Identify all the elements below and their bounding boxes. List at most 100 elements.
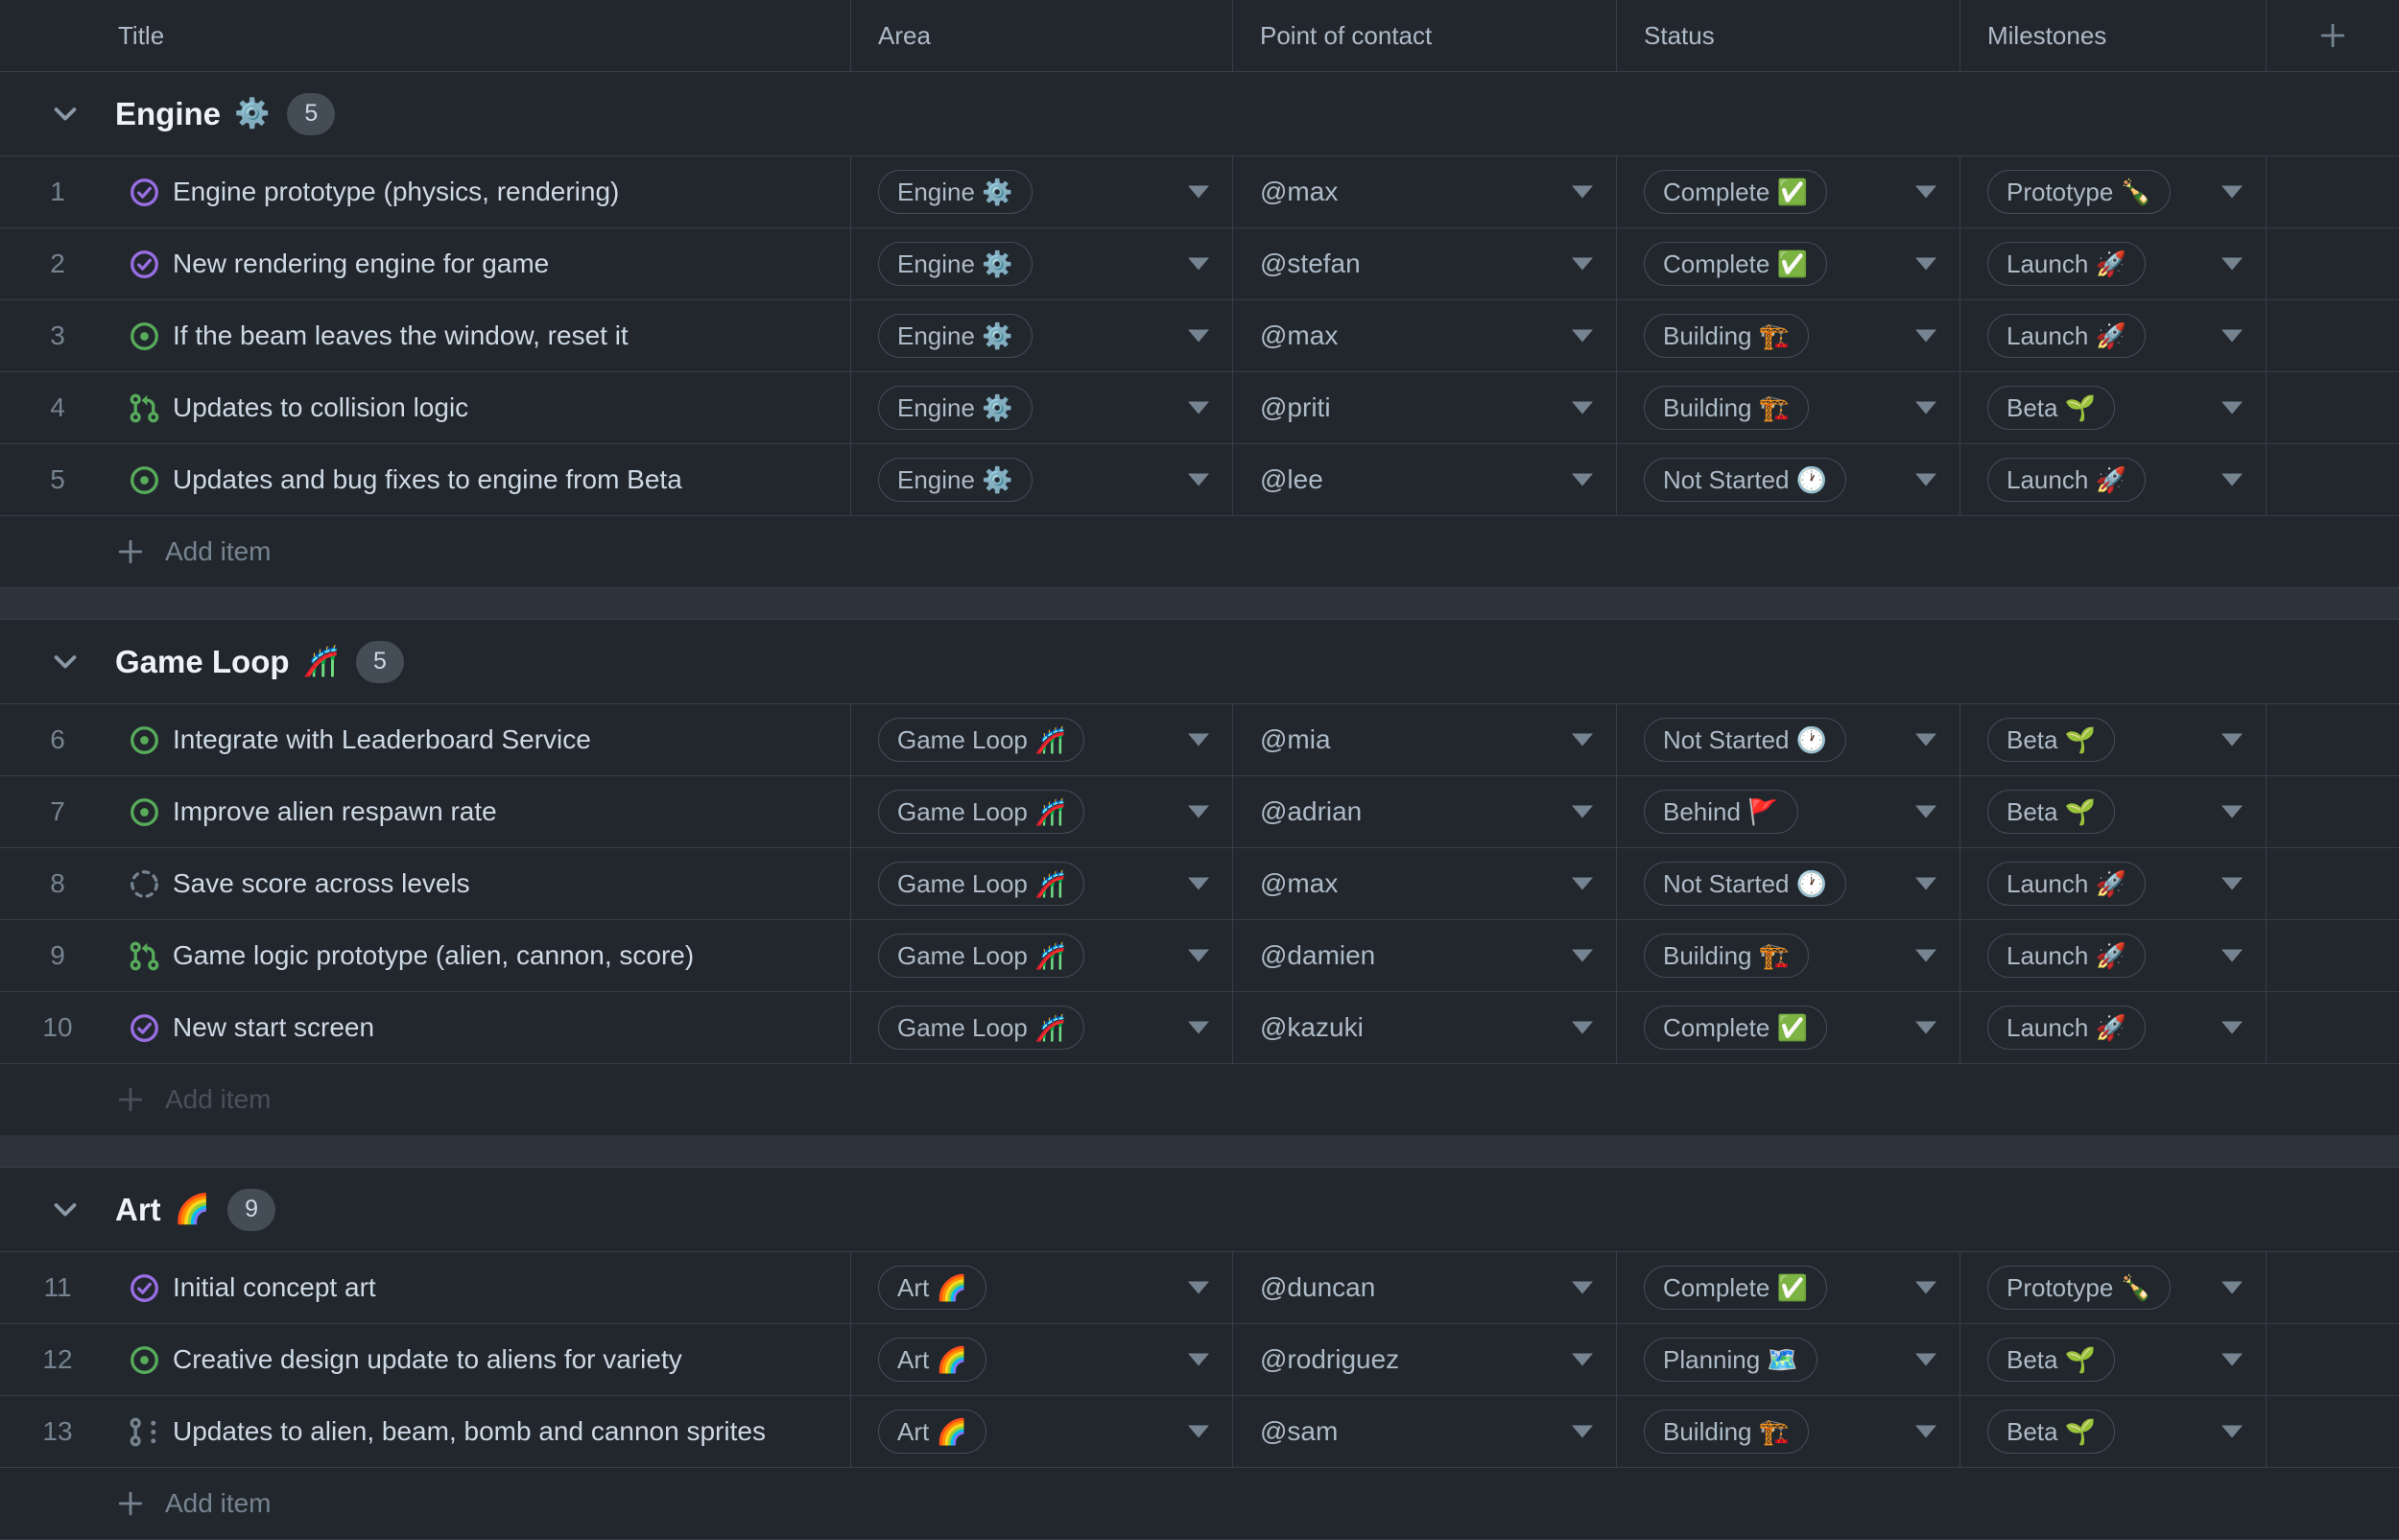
point-of-contact-value: @rodriguez	[1260, 1344, 1400, 1374]
issue-closed-icon	[129, 249, 160, 280]
status-cell[interactable]: Planning 🗺️	[1617, 1324, 1960, 1395]
area-cell[interactable]: Art 🌈	[851, 1252, 1233, 1323]
milestone-cell[interactable]: Launch 🚀	[1960, 228, 2267, 299]
point-of-contact-cell[interactable]: @max	[1233, 848, 1617, 919]
status-cell[interactable]: Complete ✅	[1617, 1252, 1960, 1323]
status-cell[interactable]: Building 🏗️	[1617, 372, 1960, 443]
title-cell[interactable]: 3 If the beam leaves the window, reset it	[0, 300, 851, 371]
milestone-cell[interactable]: Launch 🚀	[1960, 300, 2267, 371]
title-cell[interactable]: 11 Initial concept art	[0, 1252, 851, 1323]
chevron-down-icon[interactable]	[48, 645, 83, 679]
status-cell[interactable]: Not Started 🕐	[1617, 704, 1960, 775]
section-gap	[0, 588, 2399, 620]
add-item-button[interactable]: Add item	[0, 1468, 2399, 1540]
point-of-contact-cell[interactable]: @max	[1233, 300, 1617, 371]
title-cell[interactable]: 1 Engine prototype (physics, rendering)	[0, 156, 851, 227]
area-pill: Engine ⚙️	[878, 242, 1033, 286]
milestone-cell[interactable]: Beta 🌱	[1960, 1324, 2267, 1395]
point-of-contact-cell[interactable]: @max	[1233, 156, 1617, 227]
title-cell[interactable]: 13 Updates to alien, beam, bomb and canno…	[0, 1396, 851, 1467]
area-cell[interactable]: Game Loop 🎢	[851, 920, 1233, 991]
status-cell[interactable]: Complete ✅	[1617, 992, 1960, 1063]
milestone-pill: Beta 🌱	[1987, 790, 2116, 834]
area-cell[interactable]: Art 🌈	[851, 1324, 1233, 1395]
column-header-point-of-contact[interactable]: Point of contact	[1233, 0, 1617, 71]
point-of-contact-cell[interactable]: @priti	[1233, 372, 1617, 443]
status-cell[interactable]: Building 🏗️	[1617, 300, 1960, 371]
milestone-cell[interactable]: Prototype 🍾	[1960, 156, 2267, 227]
area-cell[interactable]: Game Loop 🎢	[851, 776, 1233, 847]
status-cell[interactable]: Not Started 🕐	[1617, 848, 1960, 919]
milestone-cell[interactable]: Launch 🚀	[1960, 848, 2267, 919]
title-cell[interactable]: 8 Save score across levels	[0, 848, 851, 919]
title-cell[interactable]: 5 Updates and bug fixes to engine from Be…	[0, 444, 851, 515]
point-of-contact-cell[interactable]: @damien	[1233, 920, 1617, 991]
add-item-button[interactable]: Add item	[0, 1064, 2399, 1136]
chevron-down-icon[interactable]	[48, 97, 83, 131]
column-header-status[interactable]: Status	[1617, 0, 1960, 71]
caret-down-icon	[1572, 1425, 1593, 1438]
title-cell[interactable]: 12 Creative design update to aliens for v…	[0, 1324, 851, 1395]
point-of-contact-cell[interactable]: @rodriguez	[1233, 1324, 1617, 1395]
add-column-button[interactable]	[2267, 0, 2399, 71]
milestone-cell[interactable]: Launch 🚀	[1960, 992, 2267, 1063]
point-of-contact-cell[interactable]: @stefan	[1233, 228, 1617, 299]
table-body: Engine ⚙️ 5 1 Engine prototype (physics, ren…	[0, 72, 2399, 1540]
point-of-contact-value: @max	[1260, 868, 1339, 898]
empty-cell	[2267, 920, 2399, 991]
item-title: Creative design update to aliens for var…	[173, 1344, 682, 1374]
point-of-contact-cell[interactable]: @adrian	[1233, 776, 1617, 847]
milestone-cell[interactable]: Launch 🚀	[1960, 444, 2267, 515]
issue-open-icon	[129, 1344, 160, 1376]
area-cell[interactable]: Game Loop 🎢	[851, 848, 1233, 919]
status-cell[interactable]: Not Started 🕐	[1617, 444, 1960, 515]
caret-down-icon	[1915, 877, 1936, 890]
title-cell[interactable]: 10 New start screen	[0, 992, 851, 1063]
point-of-contact-cell[interactable]: @sam	[1233, 1396, 1617, 1467]
area-cell[interactable]: Engine ⚙️	[851, 444, 1233, 515]
point-of-contact-cell[interactable]: @mia	[1233, 704, 1617, 775]
title-cell[interactable]: 2 New rendering engine for game	[0, 228, 851, 299]
area-cell[interactable]: Engine ⚙️	[851, 372, 1233, 443]
area-pill: Art 🌈	[878, 1266, 986, 1310]
caret-down-icon	[1572, 185, 1593, 199]
table-row: 7 Improve alien respawn rate Game Loop 🎢 @a…	[0, 776, 2399, 848]
caret-down-icon	[1915, 949, 1936, 962]
status-cell[interactable]: Behind 🚩	[1617, 776, 1960, 847]
area-cell[interactable]: Engine ⚙️	[851, 300, 1233, 371]
area-cell[interactable]: Game Loop 🎢	[851, 704, 1233, 775]
row-number: 7	[50, 796, 65, 826]
milestone-cell[interactable]: Beta 🌱	[1960, 704, 2267, 775]
title-cell[interactable]: 9 Game logic prototype (alien, cannon, sc…	[0, 920, 851, 991]
status-cell[interactable]: Complete ✅	[1617, 228, 1960, 299]
column-header-milestones[interactable]: Milestones	[1960, 0, 2267, 71]
title-cell[interactable]: 6 Integrate with Leaderboard Service	[0, 704, 851, 775]
milestone-cell[interactable]: Beta 🌱	[1960, 776, 2267, 847]
milestone-cell[interactable]: Beta 🌱	[1960, 372, 2267, 443]
column-header-title[interactable]: Title	[0, 0, 851, 71]
milestone-cell[interactable]: Beta 🌱	[1960, 1396, 2267, 1467]
area-cell[interactable]: Game Loop 🎢	[851, 992, 1233, 1063]
table-row: 3 If the beam leaves the window, reset it…	[0, 300, 2399, 372]
milestone-cell[interactable]: Launch 🚀	[1960, 920, 2267, 991]
title-cell[interactable]: 7 Improve alien respawn rate	[0, 776, 851, 847]
milestone-pill: Beta 🌱	[1987, 1338, 2116, 1382]
add-item-button[interactable]: Add item	[0, 516, 2399, 588]
point-of-contact-value: @sam	[1260, 1416, 1339, 1446]
empty-cell	[2267, 1252, 2399, 1323]
status-cell[interactable]: Building 🏗️	[1617, 1396, 1960, 1467]
chevron-down-icon[interactable]	[48, 1193, 83, 1227]
point-of-contact-cell[interactable]: @duncan	[1233, 1252, 1617, 1323]
area-cell[interactable]: Engine ⚙️	[851, 156, 1233, 227]
title-cell[interactable]: 4 Updates to collision logic	[0, 372, 851, 443]
milestone-cell[interactable]: Prototype 🍾	[1960, 1252, 2267, 1323]
area-cell[interactable]: Art 🌈	[851, 1396, 1233, 1467]
status-cell[interactable]: Complete ✅	[1617, 156, 1960, 227]
column-header-area[interactable]: Area	[851, 0, 1233, 71]
area-cell[interactable]: Engine ⚙️	[851, 228, 1233, 299]
group-header-engine: Engine ⚙️ 5	[0, 72, 2399, 156]
status-cell[interactable]: Building 🏗️	[1617, 920, 1960, 991]
point-of-contact-cell[interactable]: @lee	[1233, 444, 1617, 515]
group-header-art: Art 🌈 9	[0, 1168, 2399, 1252]
point-of-contact-cell[interactable]: @kazuki	[1233, 992, 1617, 1063]
